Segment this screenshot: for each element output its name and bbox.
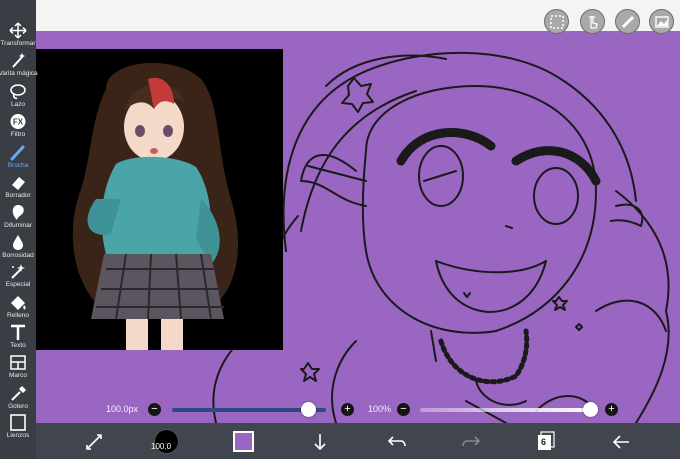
tool-label: Transformar [0, 40, 36, 47]
opacity-label: 100% [368, 404, 392, 414]
undo-icon[interactable] [387, 432, 407, 452]
tool-borrador[interactable]: Borrador [0, 174, 36, 205]
magic-wand-icon [12, 53, 25, 68]
ruler-button[interactable] [615, 9, 640, 34]
tool-label: Relleno [6, 312, 30, 319]
layers-button[interactable]: 6 [537, 431, 555, 451]
tool-especial[interactable]: Especial [0, 263, 36, 294]
layer-count: 6 [541, 437, 547, 447]
tool-label: Borrador [5, 192, 31, 199]
plus-icon: + [344, 403, 351, 415]
tool-texto[interactable]: Texto [0, 324, 36, 355]
minus-icon: − [400, 403, 407, 415]
bucket-icon [11, 296, 26, 310]
move-icon [9, 22, 27, 39]
opacity-decrease-button[interactable]: − [397, 403, 410, 416]
tool-label: Borrosidad [2, 252, 34, 259]
tool-label: Marco [8, 372, 28, 379]
frame-icon [10, 355, 26, 370]
lasso-icon [10, 84, 26, 100]
tool-gotero[interactable]: Gotero [0, 385, 36, 416]
gesture-button[interactable] [580, 9, 605, 34]
tool-label: Lienzos [6, 432, 30, 439]
tool-label: Varita mágica [0, 70, 38, 77]
tool-label: Texto [10, 342, 26, 349]
tool-label: Gotero [8, 403, 28, 410]
tool-sidebar: Transformar Varita mágica Lazo FX Filtro… [0, 0, 38, 459]
redo-icon[interactable] [461, 432, 481, 452]
tool-lienzos[interactable]: Lienzos [0, 414, 36, 445]
tool-lazo[interactable]: Lazo [0, 83, 36, 114]
text-icon [11, 324, 25, 340]
selection-button[interactable] [544, 9, 569, 34]
download-arrow-icon[interactable] [310, 432, 330, 452]
opacity-increase-button[interactable]: + [605, 403, 618, 416]
tool-label: Especial [5, 281, 31, 288]
tool-label: Lazo [10, 101, 26, 108]
character-illustration [72, 62, 239, 350]
smudge-icon [12, 205, 24, 220]
eraser-icon [12, 177, 25, 190]
gesture-icon [588, 15, 598, 29]
brush-size-decrease-button[interactable]: − [148, 403, 161, 416]
brush-icon [10, 145, 25, 161]
tool-filtro[interactable]: FX Filtro [0, 113, 36, 144]
selection-icon [549, 14, 564, 29]
tool-borrosidad[interactable]: Borrosidad [0, 234, 36, 265]
reference-image[interactable] [36, 49, 283, 350]
eyedropper-icon [11, 386, 26, 401]
tool-label: Filtro [10, 131, 26, 138]
fx-icon: FX [10, 114, 26, 129]
tool-varita-magica[interactable]: Varita mágica [0, 52, 38, 83]
opacity-slider[interactable] [420, 408, 590, 412]
sparkle-wand-icon [11, 264, 25, 279]
brush-size-increase-button[interactable]: + [341, 403, 354, 416]
opacity-slider-handle[interactable] [583, 402, 598, 417]
canvas-icon [10, 414, 26, 431]
bottom-toolbar: 100.0 6 [36, 423, 680, 459]
brush-size-label: 100.0px [106, 404, 139, 414]
brush-size-indicator-label: 100.0 [151, 442, 172, 451]
tool-difuminar[interactable]: Difuminar [0, 204, 36, 235]
tool-label: Brocha [7, 162, 29, 169]
minus-icon: − [151, 403, 158, 415]
reference-image-icon [654, 15, 669, 28]
plus-icon: + [608, 403, 615, 415]
blur-drop-icon [13, 235, 23, 250]
reference-image-button[interactable] [649, 9, 674, 34]
tool-transformar[interactable]: Transformar [0, 22, 36, 53]
tool-relleno[interactable]: Relleno [0, 294, 36, 325]
back-arrow-icon[interactable] [611, 432, 631, 452]
svg-text:FX: FX [13, 118, 24, 127]
ruler-icon [621, 15, 634, 28]
color-swatch[interactable] [233, 431, 254, 452]
transform-quick-icon[interactable] [84, 432, 104, 452]
brush-size-slider-handle[interactable] [300, 402, 316, 417]
tool-marco[interactable]: Marco [0, 354, 36, 385]
tool-brocha[interactable]: Brocha [0, 144, 36, 175]
tool-label: Difuminar [4, 222, 32, 229]
